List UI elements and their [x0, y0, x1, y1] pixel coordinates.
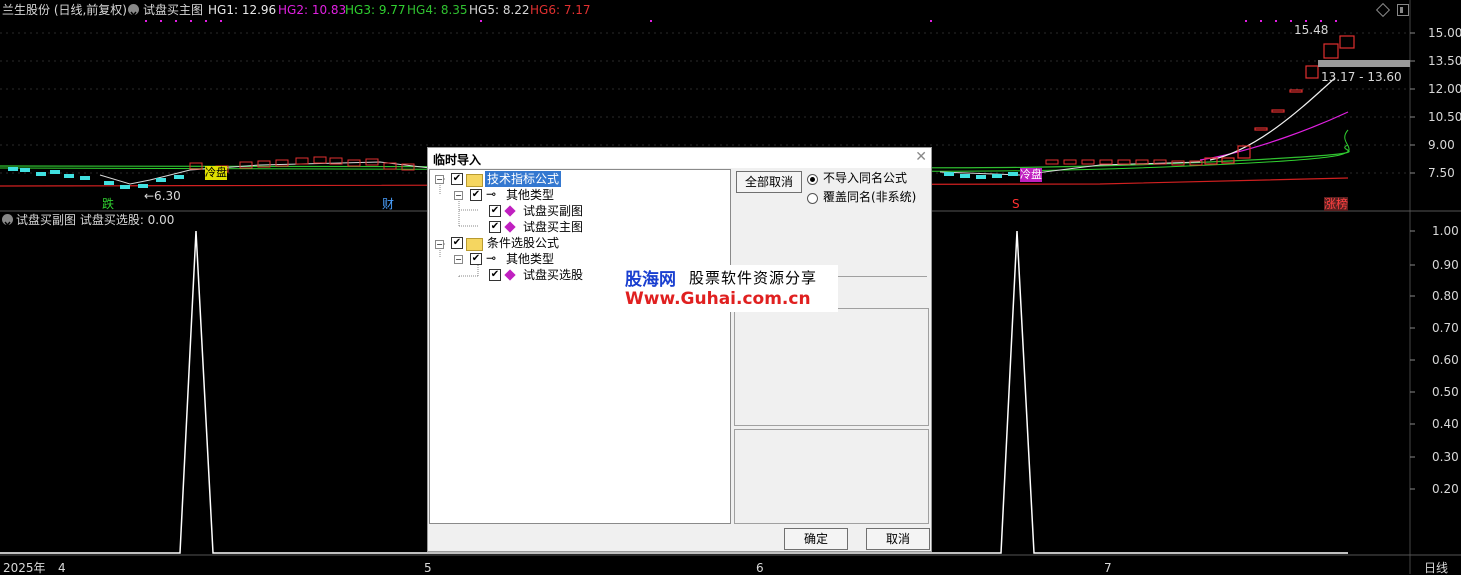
info-panel-bottom [734, 429, 929, 524]
month-label-may: 5 [424, 561, 432, 575]
radio-no-import-label[interactable]: 不导入同名公式 [823, 170, 907, 186]
month-label-jun: 6 [756, 561, 764, 575]
formula-tree: − ✔ 技术指标公式 − ✔ ⊸ 其他类型 ✔ 试盘买副图 ✔ 试盘买主图 − … [429, 169, 731, 524]
indicator-title: 试盘买主图 [143, 3, 204, 17]
tree-node-other-type[interactable]: 其他类型 [506, 187, 554, 203]
sub-axis-tick: 0.90 [1432, 258, 1459, 272]
watermark-name: 股海网 [625, 270, 676, 290]
close-icon[interactable]: ✕ [915, 149, 927, 165]
collapse-icon[interactable]: − [454, 191, 463, 200]
tree-checkbox[interactable]: ✔ [470, 189, 482, 201]
event-limit-up-label: 涨榜 [1324, 197, 1349, 211]
range-marker [1318, 60, 1410, 67]
bottom-chart-grid [1410, 230, 1415, 490]
hg1-value: HG1: 12.96 [208, 3, 277, 17]
tree-node-main-chart[interactable]: 试盘买主图 [523, 219, 583, 235]
cancel-all-button[interactable]: 全部取消 [736, 171, 802, 193]
sub-axis-tick: 0.80 [1432, 289, 1459, 303]
hg6-value: HG6: 7.17 [530, 3, 591, 17]
chevron-down-icon[interactable] [128, 4, 139, 17]
radio-overwrite[interactable] [807, 193, 818, 204]
info-panel-top [734, 308, 929, 426]
dialog-title-bar[interactable]: 临时导入 ✕ [428, 148, 931, 168]
watermark-tagline: 股票软件资源分享 [689, 269, 818, 287]
tree-checkbox[interactable]: ✔ [451, 173, 463, 185]
ok-button[interactable]: 确定 [784, 528, 848, 550]
hg3-value: HG3: 9.77 [345, 3, 406, 17]
price-axis-tick: 9.00 [1428, 138, 1455, 152]
event-finance-label: 财 [382, 197, 395, 211]
dialog-title: 临时导入 [433, 153, 482, 167]
tree-checkbox[interactable]: ✔ [489, 205, 501, 217]
radio-overwrite-label[interactable]: 覆盖同名(非系统) [823, 189, 916, 205]
tree-node-tech-formula[interactable]: 技术指标公式 [485, 171, 562, 187]
event-s-label: S [1012, 197, 1020, 211]
import-dialog: 临时导入 ✕ − ✔ 技术指标公式 − ✔ ⊸ 其他类型 ✔ 试盘买副图 ✔ 试… [427, 147, 932, 552]
price-axis-tick: 10.50 [1428, 110, 1461, 124]
tree-checkbox[interactable]: ✔ [451, 237, 463, 249]
tree-node-stock-select-formula[interactable]: 条件选股公式 [487, 235, 559, 251]
watermark-url: Www.Guhai.com.cn [625, 289, 811, 309]
range-label: 13.17 - 13.60 [1321, 70, 1402, 84]
tree-checkbox[interactable]: ✔ [489, 221, 501, 233]
price-axis-tick: 13.50 [1428, 54, 1461, 68]
period-label[interactable]: 日线 [1424, 561, 1448, 575]
sub-axis-tick: 0.70 [1432, 321, 1459, 335]
tree-node-stock-select[interactable]: 试盘买选股 [523, 267, 583, 283]
price-axis-tick: 15.00 [1428, 26, 1461, 40]
tree-node-other-type-2[interactable]: 其他类型 [506, 251, 554, 267]
event-fall-label: 跌 [102, 197, 115, 211]
high-price-label: 15.48 [1294, 23, 1329, 37]
month-label-jul: 7 [1104, 561, 1112, 575]
stock-title: 兰生股份 (日线,前复权) [2, 3, 127, 17]
radio-no-import[interactable] [807, 174, 818, 185]
folder-icon [466, 238, 483, 251]
hg5-value: HG5: 8.22 [469, 3, 530, 17]
hg4-value: HG4: 8.35 [407, 3, 468, 17]
hg2-value: HG2: 10.83 [278, 3, 347, 17]
sub-chart-title: 试盘买副图 试盘买选股: 0.00 [16, 213, 175, 227]
folder-icon [466, 174, 483, 187]
low-price-label: ←6.30 [144, 189, 181, 203]
watermark: 股海网 股票软件资源分享 Www.Guhai.com.cn [623, 265, 838, 312]
sub-axis-tick: 1.00 [1432, 224, 1459, 238]
collapse-icon[interactable]: − [435, 240, 444, 249]
tree-node-sub-chart[interactable]: 试盘买副图 [523, 203, 583, 219]
month-label-apr: 4 [58, 561, 66, 575]
key-icon: ⊸ [486, 187, 497, 201]
event-cold-label-2: 冷盘 [1020, 168, 1042, 182]
sub-axis-tick: 0.60 [1432, 353, 1459, 367]
chevron-down-icon[interactable] [2, 214, 13, 227]
sub-axis-tick: 0.30 [1432, 450, 1459, 464]
year-label: 2025年 [3, 561, 46, 575]
sub-axis-tick: 0.20 [1432, 482, 1459, 496]
sub-axis-tick: 0.40 [1432, 417, 1459, 431]
tree-checkbox[interactable]: ✔ [470, 253, 482, 265]
collapse-icon[interactable]: − [454, 255, 463, 264]
key-icon: ⊸ [486, 251, 497, 265]
event-cold-label-1: 冷盘 [205, 166, 227, 180]
collapse-icon[interactable]: − [435, 175, 444, 184]
cancel-button[interactable]: 取消 [866, 528, 930, 550]
price-axis-tick: 12.00 [1428, 82, 1461, 96]
price-axis-tick: 7.50 [1428, 166, 1455, 180]
tree-checkbox[interactable]: ✔ [489, 269, 501, 281]
maximize-icon[interactable] [1397, 4, 1409, 16]
sub-axis-tick: 0.50 [1432, 385, 1459, 399]
